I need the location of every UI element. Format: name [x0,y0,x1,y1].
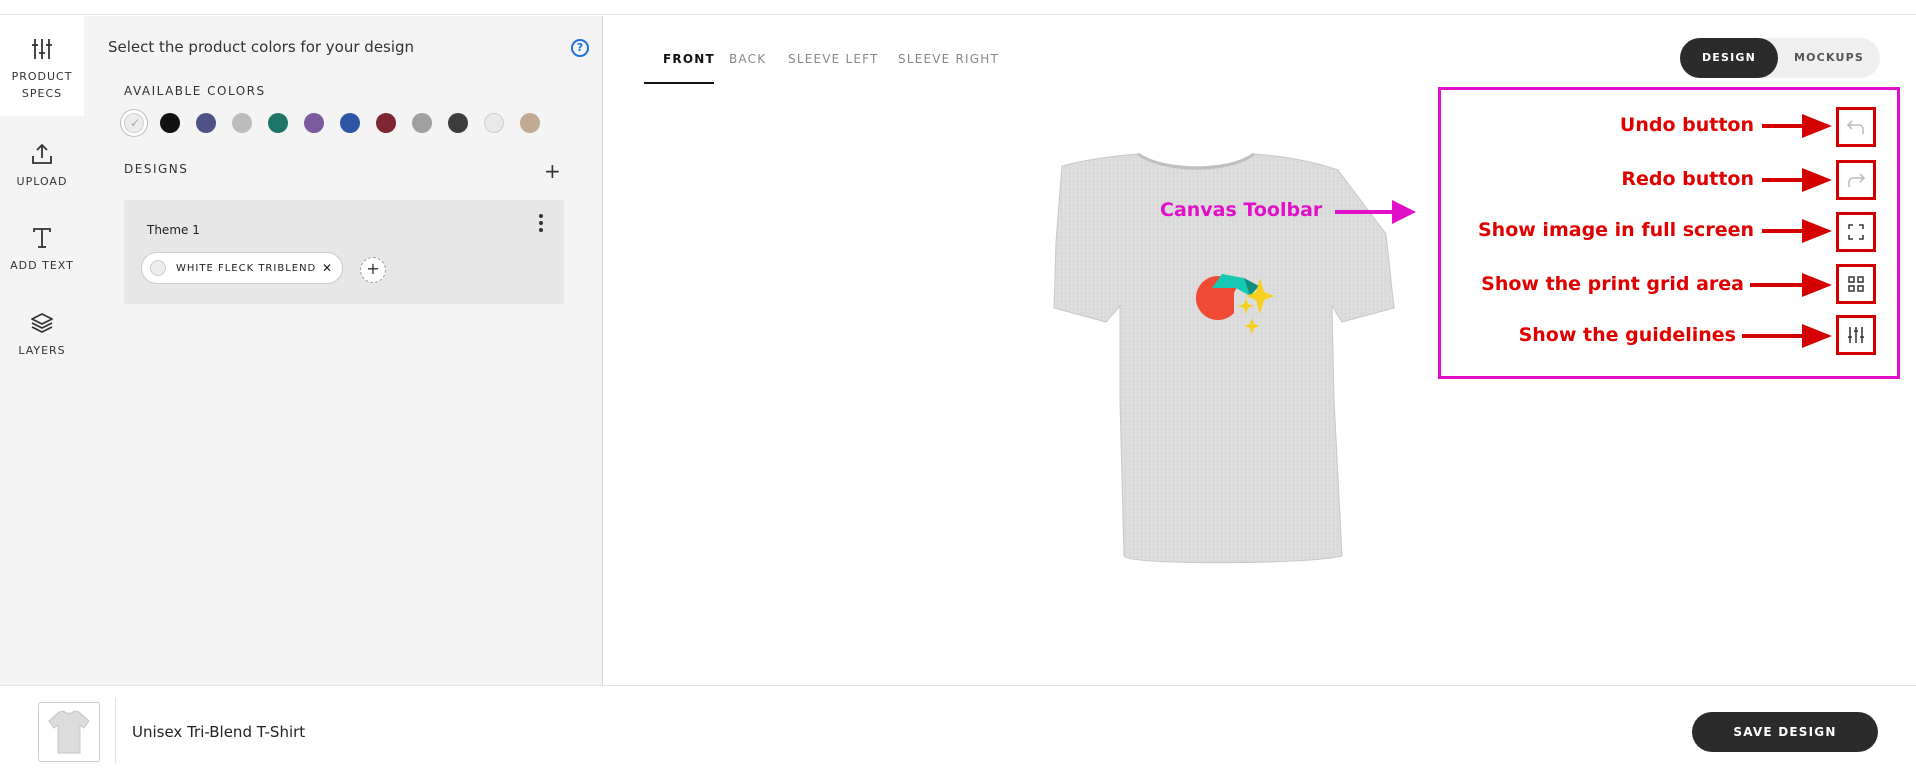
available-colors-label: AVAILABLE COLORS [124,84,266,98]
color-swatch[interactable] [340,113,360,133]
chip-color-dot [150,260,166,276]
designs-label: DESIGNS [124,162,189,176]
guidelines-icon [1848,327,1864,343]
undo-callout: Undo button [1619,114,1754,136]
upload-icon [32,143,52,164]
rail-label-product: PRODUCT [11,70,73,83]
color-swatch[interactable] [304,113,324,133]
left-tool-rail: PRODUCT SPECS UPLOAD ADD TEXT LAYERS [0,16,84,685]
color-swatch[interactable] [448,113,468,133]
rail-label-add-text: ADD TEXT [10,259,74,272]
redo-button[interactable] [1836,160,1876,200]
chip-label: WHITE FLECK TRIBLEND [176,262,317,274]
rail-item-product-specs[interactable]: PRODUCT SPECS [0,16,84,116]
product-name: Unisex Tri-Blend T-Shirt [132,723,306,741]
undo-button[interactable] [1836,107,1876,147]
redo-icon [1848,173,1865,187]
tab-front[interactable]: FRONT [663,52,715,66]
rail-item-layers[interactable]: LAYERS [0,312,84,359]
product-thumbnail[interactable] [38,702,100,762]
fullscreen-icon [1848,224,1864,240]
save-design-button[interactable]: SAVE DESIGN [1692,712,1878,752]
rail-item-add-text[interactable]: ADD TEXT [0,227,84,274]
color-swatch[interactable] [484,113,504,133]
color-chip: WHITE FLECK TRIBLEND ✕ [141,252,343,284]
print-grid-button[interactable] [1836,264,1876,304]
fullscreen-button[interactable] [1836,212,1876,252]
tab-sleeve-left[interactable]: SLEEVE LEFT [788,52,879,66]
grid-icon [1848,276,1864,292]
product-specs-panel: Select the product colors for your desig… [84,16,603,685]
rail-label-upload: UPLOAD [16,175,68,188]
active-tab-indicator [644,82,714,84]
more-options-icon[interactable] [536,212,546,234]
color-swatch[interactable] [268,113,288,133]
design-card: Theme 1 WHITE FLECK TRIBLEND ✕ + [124,200,564,304]
tab-back[interactable]: BACK [729,52,766,66]
theme-name: Theme 1 [147,223,200,237]
bottom-bar: Unisex Tri-Blend T-Shirt SAVE DESIGN [0,685,1916,775]
guidelines-callout: Show the guidelines [1518,324,1736,346]
panel-title: Select the product colors for your desig… [108,38,415,56]
rail-label-layers: LAYERS [18,344,66,357]
canvas-toolbar-callout: Canvas Toolbar [1160,199,1323,221]
design-toggle-button[interactable]: DESIGN [1680,38,1778,78]
tshirt-thumbnail-icon [48,710,90,754]
layers-icon [31,313,53,333]
add-design-button[interactable]: + [544,159,561,183]
rail-label-specs: SPECS [21,87,63,100]
rail-item-upload[interactable]: UPLOAD [0,143,84,190]
view-toggle: DESIGN MOCKUPS [1680,38,1880,78]
fullscreen-callout: Show image in full screen [1478,219,1754,241]
color-swatch[interactable] [520,113,540,133]
tab-sleeve-right[interactable]: SLEEVE RIGHT [898,52,999,66]
color-swatch[interactable] [232,113,252,133]
color-swatch[interactable] [196,113,216,133]
redo-callout: Redo button [1621,168,1754,190]
sliders-icon [32,39,52,59]
top-border [0,0,1916,15]
add-color-button[interactable]: + [360,257,386,283]
color-swatch[interactable] [412,113,432,133]
color-swatch[interactable] [160,113,180,133]
undo-icon [1847,120,1864,134]
text-icon [33,228,51,248]
color-swatch[interactable] [376,113,396,133]
guidelines-button[interactable] [1836,315,1876,355]
mockups-toggle-button[interactable]: MOCKUPS [1780,38,1878,78]
color-swatch[interactable] [124,113,144,133]
print-grid-callout: Show the print grid area [1481,273,1744,295]
divider [115,698,116,764]
color-swatches [124,113,556,133]
remove-color-icon[interactable]: ✕ [322,261,332,275]
help-icon[interactable]: ? [571,39,589,57]
